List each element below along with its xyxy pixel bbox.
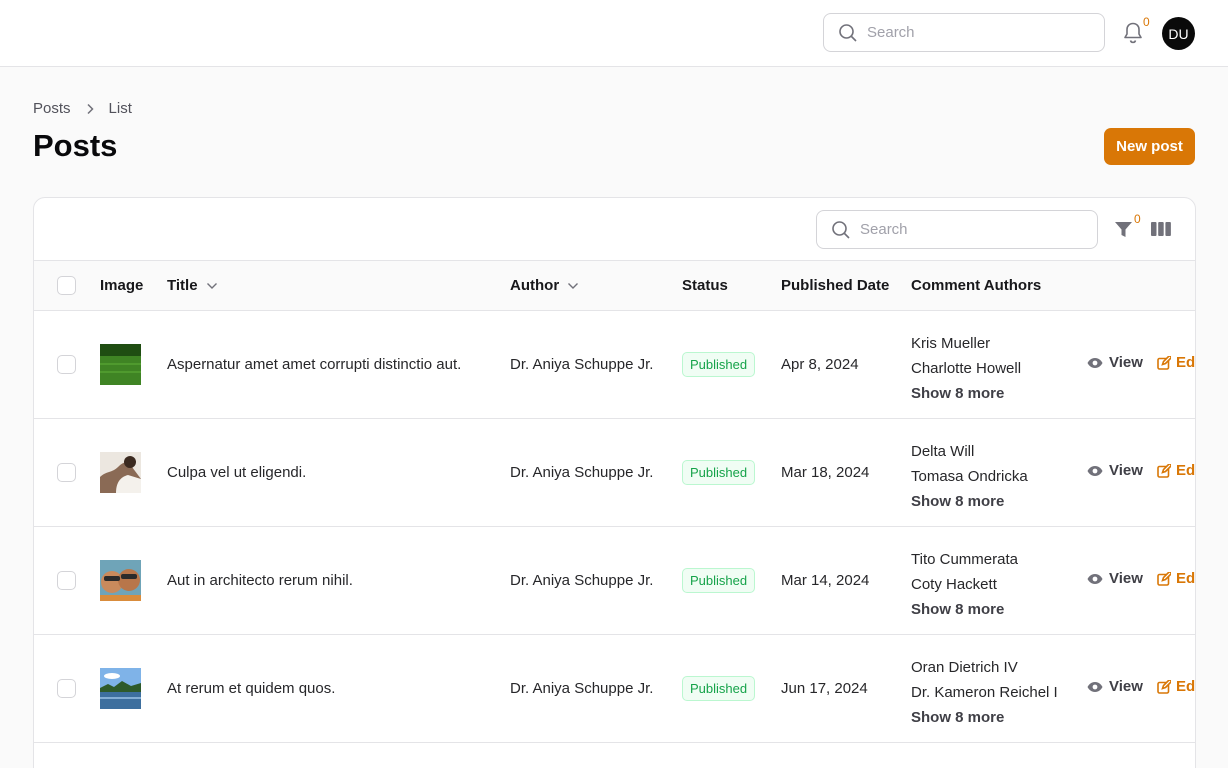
table-row: Culpa vel ut eligendi. Dr. Aniya Schuppe… bbox=[34, 419, 1195, 527]
show-more-link[interactable]: Show 8 more bbox=[911, 597, 1018, 622]
eye-icon bbox=[1087, 573, 1103, 584]
table-header: Image Title Author Status Published Date… bbox=[34, 260, 1195, 311]
row-checkbox[interactable] bbox=[57, 355, 76, 374]
columns-icon[interactable] bbox=[1151, 221, 1171, 237]
post-author: Dr. Aniya Schuppe Jr. bbox=[510, 572, 654, 589]
filter-icon[interactable] bbox=[1114, 220, 1133, 239]
posts-table-card: 0 Image Title Author Status Published Da… bbox=[33, 197, 1196, 768]
column-published-date: Published Date bbox=[781, 277, 890, 294]
notification-count: 0 bbox=[1143, 15, 1150, 29]
published-date: Apr 8, 2024 bbox=[781, 356, 859, 373]
column-comment-authors: Comment Authors bbox=[911, 277, 1042, 294]
comment-authors: Oran Dietrich IV Dr. Kameron Reichel I S… bbox=[911, 655, 1058, 730]
published-date: Jun 17, 2024 bbox=[781, 680, 868, 697]
new-post-button[interactable]: New post bbox=[1104, 128, 1195, 165]
select-all-checkbox[interactable] bbox=[57, 276, 76, 295]
table-row: Aspernatur amet amet corrupti distinctio… bbox=[34, 311, 1195, 419]
edit-button[interactable]: Edit bbox=[1157, 462, 1195, 479]
edit-button[interactable]: Edit bbox=[1157, 354, 1195, 371]
user-avatar[interactable]: DU bbox=[1162, 17, 1195, 50]
post-thumbnail bbox=[100, 344, 141, 385]
post-thumbnail bbox=[100, 452, 141, 493]
edit-button[interactable]: Edit bbox=[1157, 678, 1195, 695]
edit-icon bbox=[1157, 355, 1171, 370]
show-more-link[interactable]: Show 8 more bbox=[911, 705, 1058, 730]
search-icon bbox=[832, 220, 850, 239]
column-status: Status bbox=[682, 277, 728, 294]
table-search[interactable] bbox=[816, 210, 1098, 249]
column-image: Image bbox=[100, 277, 144, 294]
status-badge: Published bbox=[682, 352, 756, 377]
column-author[interactable]: Author bbox=[510, 261, 579, 310]
row-checkbox[interactable] bbox=[57, 571, 76, 590]
global-search[interactable] bbox=[823, 13, 1105, 52]
table-row: Aut in architecto rerum nihil. Dr. Aniya… bbox=[34, 527, 1195, 635]
filter-count: 0 bbox=[1134, 212, 1141, 226]
post-title: At rerum et quidem quos. bbox=[167, 680, 336, 697]
breadcrumb: Posts List bbox=[33, 100, 132, 117]
show-more-link[interactable]: Show 8 more bbox=[911, 489, 1028, 514]
post-author: Dr. Aniya Schuppe Jr. bbox=[510, 464, 654, 481]
global-search-input[interactable] bbox=[867, 24, 1087, 41]
bell-icon[interactable] bbox=[1122, 21, 1144, 45]
edit-icon bbox=[1157, 679, 1171, 694]
status-badge: Published bbox=[682, 568, 756, 593]
published-date: Mar 14, 2024 bbox=[781, 572, 870, 589]
edit-icon bbox=[1157, 463, 1171, 478]
post-author: Dr. Aniya Schuppe Jr. bbox=[510, 680, 654, 697]
chevron-down-icon bbox=[568, 282, 579, 289]
edit-button[interactable]: Edit bbox=[1157, 570, 1195, 587]
column-title[interactable]: Title bbox=[167, 261, 218, 310]
status-badge: Published bbox=[682, 460, 756, 485]
published-date: Mar 18, 2024 bbox=[781, 464, 870, 481]
row-checkbox[interactable] bbox=[57, 463, 76, 482]
eye-icon bbox=[1087, 465, 1103, 476]
show-more-link[interactable]: Show 8 more bbox=[911, 381, 1021, 406]
chevron-down-icon bbox=[206, 282, 217, 289]
table-search-input[interactable] bbox=[860, 221, 1080, 238]
eye-icon bbox=[1087, 357, 1103, 368]
edit-icon bbox=[1157, 571, 1171, 586]
post-title: Culpa vel ut eligendi. bbox=[167, 464, 307, 481]
chevron-right-icon bbox=[86, 103, 94, 114]
row-checkbox[interactable] bbox=[57, 679, 76, 698]
post-thumbnail bbox=[100, 560, 141, 601]
search-icon bbox=[839, 23, 857, 42]
eye-icon bbox=[1087, 681, 1103, 692]
comment-authors: Tito Cummerata Coty Hackett Show 8 more bbox=[911, 547, 1018, 622]
comment-authors: Kris Mueller Charlotte Howell Show 8 mor… bbox=[911, 331, 1021, 406]
post-title: Aspernatur amet amet corrupti distinctio… bbox=[167, 356, 462, 373]
breadcrumb-posts[interactable]: Posts bbox=[33, 100, 71, 117]
view-button[interactable]: View bbox=[1087, 462, 1143, 479]
page-title: Posts bbox=[33, 128, 118, 163]
post-title: Aut in architecto rerum nihil. bbox=[167, 572, 353, 589]
post-author: Dr. Aniya Schuppe Jr. bbox=[510, 356, 654, 373]
post-thumbnail bbox=[100, 668, 141, 709]
view-button[interactable]: View bbox=[1087, 354, 1143, 371]
breadcrumb-list: List bbox=[108, 100, 132, 117]
status-badge: Published bbox=[682, 676, 756, 701]
view-button[interactable]: View bbox=[1087, 570, 1143, 587]
comment-authors: Delta Will Tomasa Ondricka Show 8 more bbox=[911, 439, 1028, 514]
table-row: At rerum et quidem quos. Dr. Aniya Schup… bbox=[34, 635, 1195, 743]
view-button[interactable]: View bbox=[1087, 678, 1143, 695]
top-bar: 0 DU bbox=[0, 0, 1228, 67]
